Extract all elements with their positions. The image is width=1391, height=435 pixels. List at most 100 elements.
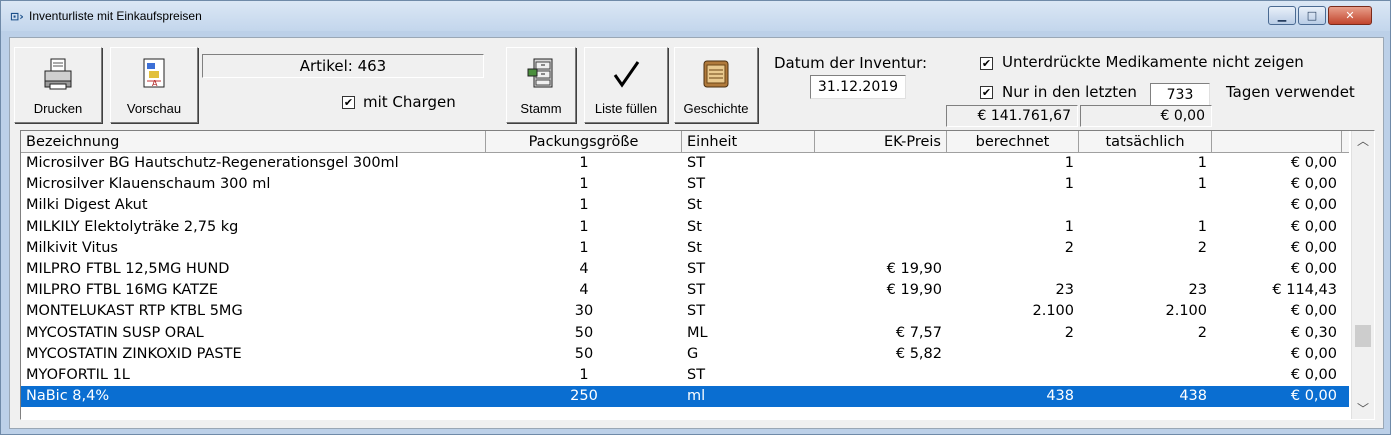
scroll-down-icon[interactable]: ﹀ xyxy=(1352,399,1374,419)
print-button[interactable]: Drucken xyxy=(14,47,102,123)
table-cell: 2 xyxy=(1197,324,1207,341)
table-cell: MILPRO FTBL 12,5MG HUND xyxy=(26,260,230,277)
table-row[interactable]: NaBic 8,4% 250 ml 438 438 € 0,00 xyxy=(21,386,1349,408)
scroll-thumb[interactable] xyxy=(1355,325,1371,347)
table-cell: € 19,90 xyxy=(886,260,942,277)
master-button[interactable]: Stamm xyxy=(506,47,576,123)
scroll-up-icon[interactable]: ︿ xyxy=(1352,131,1374,151)
checkmark-icon xyxy=(585,56,667,92)
column-header[interactable]: EK-Preis xyxy=(815,131,947,153)
inventory-window: ⊡› Inventurliste mit Einkaufspreisen ▁ □… xyxy=(0,0,1391,435)
table-cell: NaBic 8,4% xyxy=(26,388,110,405)
minimize-icon[interactable]: ▁ xyxy=(1268,6,1296,25)
window-controls: ▁ □ ✕ xyxy=(1266,6,1372,26)
table-cell: € 0,00 xyxy=(1290,366,1337,383)
table-cell: ml xyxy=(687,388,706,405)
table-cell xyxy=(815,174,947,195)
table-row[interactable]: MYOFORTIL 1L 1 ST € 0,00 xyxy=(21,365,1349,386)
history-button[interactable]: Geschichte xyxy=(674,47,758,123)
table-cell: 1 xyxy=(1197,218,1207,235)
master-label: Stamm xyxy=(520,101,562,116)
last-days-label: Nur in den letzten xyxy=(1002,83,1137,101)
table-cell: 2 xyxy=(1064,324,1074,341)
hide-suppressed-label: Unterdrückte Medikamente nicht zeigen xyxy=(1002,53,1304,71)
table-cell: 23 xyxy=(1055,282,1074,299)
table-row[interactable]: MONTELUKAST RTP KTBL 5MG 30 ST 2.100 2.100 € … xyxy=(21,301,1349,322)
table-cell: 4 xyxy=(579,282,589,299)
table-cell: 2 xyxy=(1064,239,1074,256)
article-count: Artikel: 463 xyxy=(202,54,484,78)
column-header[interactable] xyxy=(1212,131,1342,153)
last-days-input[interactable]: 733 xyxy=(1150,83,1210,107)
table-row[interactable]: Milki Digest Akut 1 St € 0,00 xyxy=(21,195,1349,216)
preview-icon: A xyxy=(111,56,197,92)
table-cell xyxy=(947,344,1079,365)
table-cell: 23 xyxy=(1188,282,1207,299)
total-calculated: € 141.761,67 xyxy=(946,105,1078,127)
preview-button[interactable]: A Vorschau xyxy=(110,47,198,123)
table-cell: 2.100 xyxy=(1032,303,1074,320)
history-scroll-icon xyxy=(675,56,757,92)
table-row[interactable]: Microsilver BG Hautschutz-Regenerationsg… xyxy=(21,153,1349,174)
table-cell xyxy=(815,365,947,386)
table-cell: 1 xyxy=(1064,218,1074,235)
table-cell: MYCOSTATIN ZINKOXID PASTE xyxy=(26,345,242,362)
days-used-label: Tagen verwendet xyxy=(1226,83,1355,101)
column-header[interactable]: berechnet xyxy=(947,131,1079,153)
table-cell: 2 xyxy=(1197,239,1207,256)
table-row[interactable]: MILKILY Elektolyträke 2,75 kg 1 St 1 1 € 0,00 xyxy=(21,217,1349,238)
table-cell: ST xyxy=(687,366,706,383)
cabinet-icon xyxy=(507,56,575,92)
table-cell: ST xyxy=(687,176,706,193)
table-row[interactable]: MILPRO FTBL 12,5MG HUND 4 ST € 19,90 € 0,00 xyxy=(21,259,1349,280)
table-cell xyxy=(1079,259,1212,280)
table-cell: 438 xyxy=(1179,388,1207,405)
table-cell: € 0,00 xyxy=(1290,218,1337,235)
column-header[interactable]: Bezeichnung xyxy=(21,131,486,153)
inventory-date-input[interactable]: 31.12.2019 xyxy=(810,75,906,99)
table-row[interactable]: MYCOSTATIN SUSP ORAL 50 ML € 7,57 2 2 € 0,30 xyxy=(21,323,1349,344)
table-cell: € 0,00 xyxy=(1290,303,1337,320)
vertical-scrollbar[interactable]: ︿ ﹀ xyxy=(1351,131,1374,419)
table-cell: 1 xyxy=(579,218,589,235)
hide-suppressed-checkbox[interactable]: ✔ xyxy=(980,57,993,70)
table-cell: € 0,30 xyxy=(1290,324,1337,341)
table-cell: 1 xyxy=(579,366,589,383)
last-days-checkbox[interactable]: ✔ xyxy=(980,86,993,99)
table-cell: 1 xyxy=(579,239,589,256)
with-batches-checkbox[interactable]: ✔ xyxy=(342,96,355,109)
with-batches-label: mit Chargen xyxy=(363,93,456,111)
table-cell xyxy=(815,217,947,238)
inventory-date-label: Datum der Inventur: xyxy=(774,54,928,72)
table-cell: MYOFORTIL 1L xyxy=(26,366,130,383)
table-cell: 30 xyxy=(574,303,594,320)
table-row[interactable]: Microsilver Klauenschaum 300 ml 1 ST 1 1 € 0,… xyxy=(21,174,1349,195)
maximize-icon[interactable]: □ xyxy=(1298,6,1326,25)
inventory-grid: Bezeichnung Packungsgröße Einheit EK-Preis b… xyxy=(20,130,1375,420)
table-cell: Microsilver Klauenschaum 300 ml xyxy=(26,176,271,193)
title-bar[interactable]: ⊡› Inventurliste mit Einkaufspreisen ▁ □… xyxy=(1,1,1390,31)
table-row[interactable]: MILPRO FTBL 16MG KATZE 4 ST € 19,90 23 23 € 11… xyxy=(21,280,1349,301)
table-cell: ST xyxy=(687,155,706,171)
table-cell: St xyxy=(687,218,702,235)
table-cell: € 5,82 xyxy=(895,345,942,362)
table-cell xyxy=(947,195,1079,216)
column-header[interactable]: Packungsgröße xyxy=(486,131,682,153)
table-cell: 438 xyxy=(1046,388,1074,405)
close-icon[interactable]: ✕ xyxy=(1328,6,1372,25)
table-cell: 1 xyxy=(579,155,589,171)
fill-list-button[interactable]: Liste füllen xyxy=(584,47,668,123)
table-cell: 1 xyxy=(1197,176,1207,193)
table-cell: MYCOSTATIN SUSP ORAL xyxy=(26,324,204,341)
table-row[interactable]: Milkivit Vitus 1 St 2 2 € 0,00 xyxy=(21,238,1349,259)
table-cell: Microsilver BG Hautschutz-Regenerationsg… xyxy=(26,155,399,171)
table-cell: MILKILY Elektolyträke 2,75 kg xyxy=(26,218,239,235)
print-label: Drucken xyxy=(33,101,83,116)
table-cell: 2.100 xyxy=(1165,303,1207,320)
column-header[interactable]: Einheit xyxy=(682,131,815,153)
table-cell xyxy=(815,195,947,216)
table-cell: 1 xyxy=(1197,155,1207,171)
table-row[interactable]: MYCOSTATIN ZINKOXID PASTE 50 G € 5,82 € 0,00 xyxy=(21,344,1349,365)
table-cell: 50 xyxy=(574,345,594,362)
column-header[interactable]: tatsächlich xyxy=(1079,131,1212,153)
